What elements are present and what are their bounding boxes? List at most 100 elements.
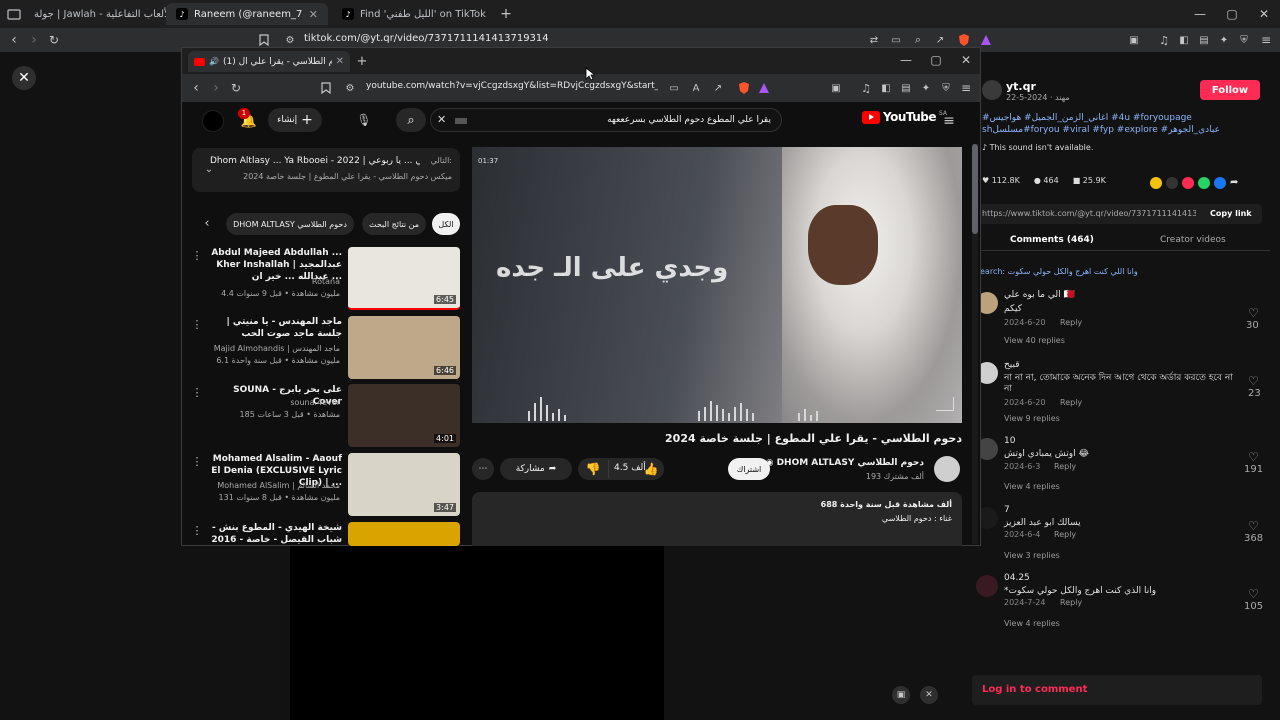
cast-icon[interactable]: ▭ [888, 32, 904, 48]
wallet-icon[interactable]: ▣ [1126, 32, 1142, 48]
view-replies[interactable]: View 3 replies [1004, 551, 1060, 560]
comment-author[interactable]: 10 [1004, 436, 1015, 446]
save-stat[interactable]: ■ 25.9K [1073, 176, 1106, 185]
list-item[interactable]: 3:47 ⋮ Mohamed Alsalim - Aaouf El Denia … [192, 453, 460, 519]
tab-raneem[interactable]: ♪ Raneem (@raneem_739) | TikTok ✕ [166, 3, 328, 25]
login-to-comment-link[interactable]: Log in to comment [982, 684, 1087, 695]
chip-channel[interactable]: DHOM ALTLASY دحوم الطلاسي [226, 213, 354, 235]
search-icon[interactable]: ⌕ [396, 108, 426, 132]
view-replies[interactable]: View 4 replies [1004, 482, 1060, 491]
url-field[interactable]: youtube.com/watch?v=vjCcgzdsxgY&list=RDv… [366, 81, 658, 91]
close-tab-icon[interactable]: ✕ [309, 8, 318, 21]
site-info-icon[interactable]: ⚙ [342, 80, 358, 96]
search-suggestion[interactable]: earch: وانا اللي كنت اهرج والكل حولي سكو… [980, 267, 1138, 276]
menu-icon[interactable]: ≡ [1258, 32, 1274, 48]
share-button[interactable]: مشاركة ➦ [500, 458, 572, 480]
facebook-icon[interactable] [1214, 177, 1226, 189]
embed-icon[interactable] [1166, 177, 1178, 189]
list-item[interactable]: 4:01 ⋮ SOUNA - على بحر بابرج Cover souna… [192, 384, 460, 450]
tiktok-video-player[interactable] [290, 546, 664, 720]
leo-ai-icon[interactable]: ✦ [1216, 32, 1232, 48]
forward-icon[interactable]: › [26, 32, 42, 48]
avatar[interactable] [976, 575, 998, 597]
more-options-icon[interactable]: ⋮ [192, 249, 203, 262]
video-thumbnail[interactable]: 3:47 [348, 453, 460, 516]
copy-link-button[interactable]: Copy link [1210, 209, 1252, 218]
video-thumbnail[interactable]: 6:45 [348, 247, 460, 310]
video-thumbnail[interactable]: 6:46 [348, 316, 460, 379]
heart-icon[interactable]: ♡ [1248, 374, 1259, 388]
comment-author[interactable]: 04.25 [1004, 573, 1030, 583]
maximize-icon[interactable]: ▢ [928, 52, 944, 68]
tab-comments[interactable]: Comments (464) [1010, 235, 1094, 245]
repost-icon[interactable] [1182, 177, 1194, 189]
channel-name[interactable]: Majid Almohandis | ماجد المهندس [214, 344, 340, 353]
close-tab-icon[interactable]: ✕ [336, 56, 344, 67]
sidebar-icon[interactable]: ◧ [1176, 32, 1192, 48]
like-icon[interactable]: 👍 [644, 462, 659, 476]
comment-author[interactable]: 7 [1004, 505, 1010, 515]
comment-stat[interactable]: ● 464 [1034, 176, 1059, 185]
view-replies[interactable]: View 9 replies [1004, 414, 1060, 423]
scrollbar[interactable] [972, 144, 978, 544]
mix-queue-box[interactable]: ⌄ التالي: Dhom Altlasy ... Ya Rbooei - 2… [192, 148, 460, 192]
view-replies[interactable]: View 40 replies [1004, 336, 1065, 345]
minimize-icon[interactable]: — [1190, 4, 1210, 24]
bookmark-icon[interactable] [318, 80, 334, 96]
tab-search-icon[interactable] [6, 6, 22, 22]
forward-icon[interactable]: › [208, 80, 224, 96]
share-arrow-icon[interactable]: ➦ [1230, 177, 1242, 189]
chip-all[interactable]: الكل [432, 213, 460, 235]
heart-icon[interactable]: ♡ [1248, 587, 1259, 601]
video-title[interactable]: شيخة الهيدي - المطوع بنش - شباب القيصل -… [206, 522, 342, 546]
video-player[interactable]: 01:37 وجدي على الـ جده [472, 147, 962, 423]
minimize-icon[interactable]: — [898, 52, 914, 68]
video-thumbnail[interactable] [348, 522, 460, 546]
back-icon[interactable]: ‹ [6, 32, 22, 48]
reply-link[interactable]: Reply [1060, 598, 1082, 607]
tab-creator-videos[interactable]: Creator videos [1160, 235, 1226, 245]
video-title[interactable]: ماجد المهندس - يا منيتي | جلسة ماجد صوت … [206, 316, 342, 340]
cast-icon[interactable]: ▭ [666, 80, 682, 96]
comment-author[interactable]: الي ما بوه علي 🇧🇭 [1004, 290, 1075, 300]
channel-name[interactable]: Rotana [312, 277, 340, 286]
reply-link[interactable]: Reply [1054, 530, 1076, 539]
like-stat[interactable]: ♥ 112.8K [982, 176, 1020, 185]
channel-avatar[interactable] [934, 456, 960, 482]
brave-shield-icon[interactable] [736, 80, 752, 96]
create-button[interactable]: إنشاء + [268, 108, 322, 132]
translate-icon[interactable]: ⇄ [866, 32, 882, 48]
dislike-icon[interactable]: 👎 [586, 462, 601, 476]
reload-icon[interactable]: ↻ [46, 32, 62, 48]
video-thumbnail[interactable]: 4:01 [348, 384, 460, 447]
close-window-icon[interactable]: ✕ [1254, 4, 1274, 24]
popup-tab[interactable]: 🔊 (1) دحوم الطلاسي - يقرا علي ال ✕ [188, 51, 350, 72]
heart-icon[interactable]: ♡ [1248, 450, 1259, 464]
hamburger-menu-icon[interactable]: ≡ [940, 112, 958, 130]
close-video-icon[interactable]: ✕ [12, 66, 36, 90]
subscribe-button[interactable]: اشتراك [728, 458, 770, 480]
list-item[interactable]: 6:46 ⋮ ماجد المهندس - يا منيتي | جلسة ما… [192, 316, 460, 382]
close-window-icon[interactable]: ✕ [958, 52, 974, 68]
heart-icon[interactable]: ♡ [1248, 519, 1259, 533]
brave-rewards-icon[interactable] [756, 80, 772, 96]
follow-button[interactable]: Follow [1200, 80, 1260, 100]
clear-search-icon[interactable]: ✕ [437, 113, 446, 126]
tab-jawlah[interactable]: جولة | Jawlah - منصة الألعاب التفاعلية [24, 3, 166, 25]
site-info-icon[interactable]: ⚙ [282, 32, 298, 48]
more-options-icon[interactable]: ⋮ [192, 318, 203, 331]
channel-name[interactable]: souna.4ever [290, 398, 340, 407]
youtube-logo[interactable]: YouTube SA [862, 110, 947, 124]
view-replies[interactable]: View 4 replies [1004, 619, 1060, 628]
vpn-icon[interactable]: ⛨ [1236, 32, 1252, 48]
vpn-icon[interactable]: ⛨ [938, 80, 954, 96]
picture-in-picture-icon[interactable]: ▣ [892, 686, 910, 704]
new-tab-icon[interactable]: + [498, 6, 514, 22]
coin-icon[interactable] [1150, 177, 1162, 189]
music-icon[interactable]: ♫ [1156, 32, 1172, 48]
wallet-extension-icon[interactable]: ▤ [1196, 32, 1212, 48]
chip-from-search[interactable]: من نتائج البحث [362, 213, 426, 235]
speaker-icon[interactable]: 🔊 [209, 57, 219, 66]
list-item[interactable]: ⋮ شيخة الهيدي - المطوع بنش - شباب القيصل… [192, 522, 460, 546]
mute-icon[interactable]: ✕ [920, 686, 938, 704]
